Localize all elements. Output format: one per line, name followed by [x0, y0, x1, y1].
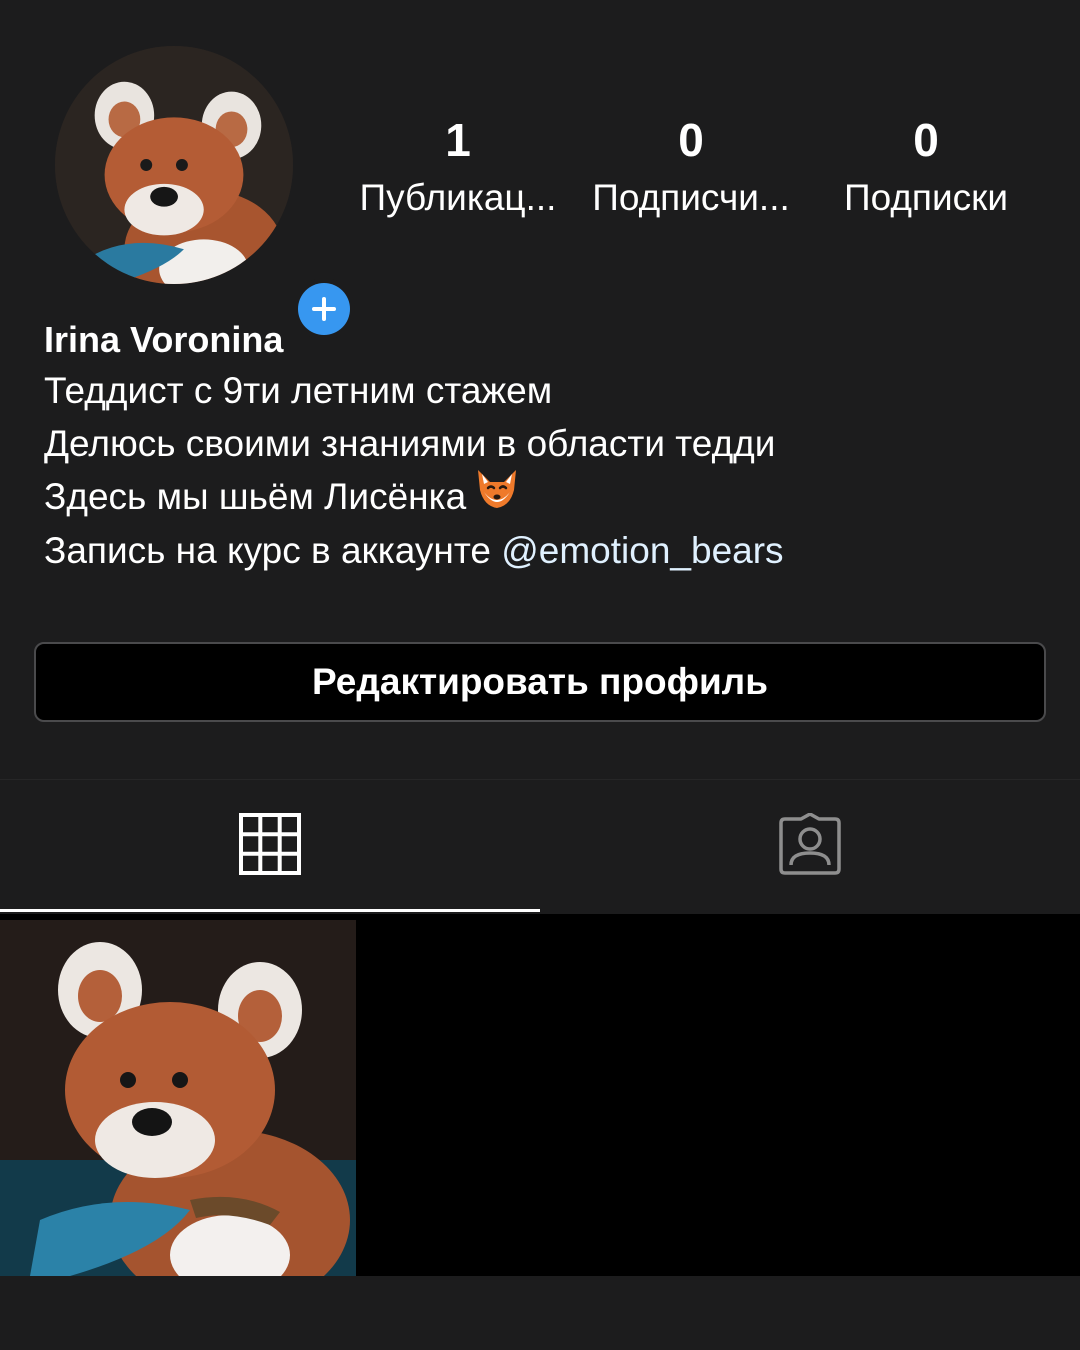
- avatar-image: [55, 46, 293, 284]
- avatar-container[interactable]: [55, 46, 355, 340]
- bio-course-text: Запись на курс в аккаунте: [44, 530, 502, 572]
- posts-count: 1: [445, 114, 471, 166]
- followers-label: Подписчи...: [592, 177, 790, 218]
- posts-label: Публикац...: [359, 177, 557, 218]
- bio-line-3: Здесь мы шьём Лисёнка: [44, 470, 1044, 524]
- tagged-person-icon: [777, 811, 843, 880]
- fox-emoji-icon: [474, 468, 520, 524]
- edit-profile-button[interactable]: Редактировать профиль: [34, 642, 1046, 722]
- bio-line-3-text: Здесь мы шьём Лисёнка: [44, 476, 467, 517]
- bio-line-1: Теддист с 9ти летним стажем: [44, 370, 553, 411]
- profile-name: Irina Voronina: [44, 319, 284, 360]
- followers-count: 0: [678, 114, 704, 166]
- stat-posts[interactable]: 1 Публикац...: [352, 112, 564, 222]
- stat-followers[interactable]: 0 Подписчи...: [584, 112, 798, 222]
- posts-grid: [0, 914, 1080, 1276]
- bio-mention-link[interactable]: @emotion_bears: [501, 530, 783, 571]
- active-tab-indicator: [0, 909, 540, 912]
- bio-line-2: Делюсь своими знаниями в области тедди: [44, 423, 776, 464]
- bio-line-4: Запись на курс в аккаунте @emotion_bears: [44, 524, 1044, 577]
- tab-grid[interactable]: [0, 780, 540, 912]
- post-image: [0, 920, 356, 1276]
- profile-page: 1 Публикац... 0 Подписчи... 0 Подписки I…: [0, 0, 1080, 1350]
- following-count: 0: [913, 114, 939, 166]
- following-label: Подписки: [843, 177, 1008, 218]
- profile-bio: Irina Voronina Теддист с 9ти летним стаж…: [44, 316, 1044, 577]
- grid-icon: [238, 812, 302, 881]
- avatar[interactable]: [55, 46, 293, 284]
- post-thumbnail[interactable]: [0, 920, 356, 1276]
- stat-following[interactable]: 0 Подписки: [826, 112, 1026, 222]
- tab-tagged[interactable]: [540, 780, 1080, 912]
